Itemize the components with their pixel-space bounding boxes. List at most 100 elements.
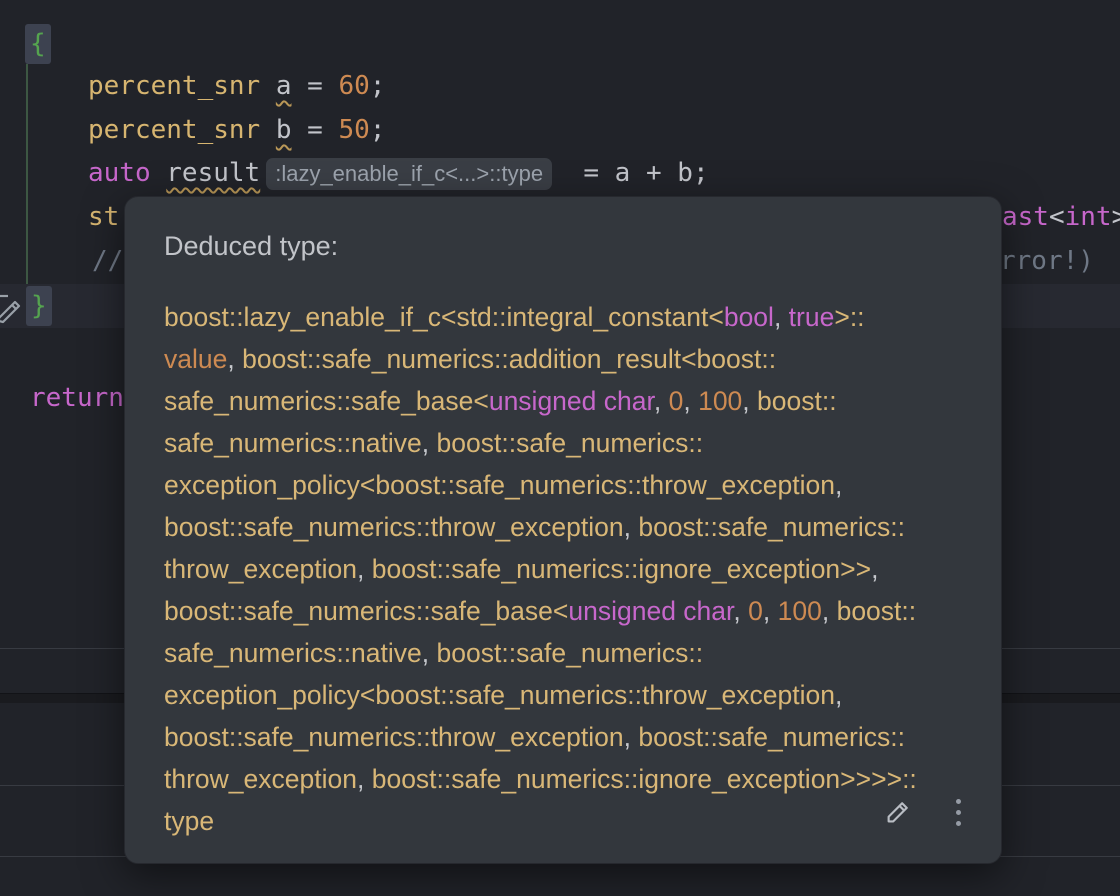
code-token: ; <box>370 109 386 152</box>
type-token: boost::safe_numerics::ignore_exception>>… <box>372 764 917 794</box>
type-token: , <box>683 386 698 416</box>
code-token: rror!) <box>1000 240 1094 283</box>
code-token: } <box>26 286 52 326</box>
type-token: 0 <box>748 596 763 626</box>
code-token: // <box>92 240 123 283</box>
type-token: throw_exception <box>164 764 357 794</box>
popup-type-line: boost::safe_numerics::safe_base<unsigned… <box>164 590 975 632</box>
type-token: boost:: <box>757 386 837 416</box>
open-brace-line: { <box>25 22 51 65</box>
deduced-type-popup: Deduced type: boost::lazy_enable_if_c<st… <box>124 196 1002 864</box>
code-token: b <box>276 109 292 152</box>
code-token: = <box>292 109 339 152</box>
popup-type-text: boost::lazy_enable_if_c<std::integral_co… <box>164 296 975 842</box>
popup-type-line: boost::lazy_enable_if_c<std::integral_co… <box>164 296 975 338</box>
code-token <box>260 65 276 108</box>
code-token <box>260 109 276 152</box>
type-token: boost::safe_numerics::throw_exception <box>164 512 624 542</box>
code-token: < <box>1049 196 1065 239</box>
indent-guide-line <box>26 64 28 284</box>
type-token: boost::lazy_enable_if_c<std::integral_co… <box>164 302 724 332</box>
type-token: , <box>422 638 437 668</box>
code-token: int <box>1065 196 1112 239</box>
close-brace-line: } <box>26 284 52 327</box>
code-token: ast <box>1002 196 1049 239</box>
type-token: , <box>822 596 837 626</box>
code-token: st <box>88 196 119 239</box>
pencil-edit-icon[interactable] <box>0 292 26 326</box>
type-token: , <box>422 428 437 458</box>
type-token: , <box>733 596 748 626</box>
type-token: boost::safe_numerics:: <box>638 722 905 752</box>
type-token: , <box>624 722 639 752</box>
type-token: bool <box>724 302 774 332</box>
type-token: boost::safe_numerics::addition_result<bo… <box>242 344 776 374</box>
code-line-comment-end: rror!) <box>1000 240 1094 283</box>
type-token: boost::safe_numerics::ignore_exception>> <box>372 554 871 584</box>
code-token: return <box>30 377 124 420</box>
ide-screen: { "colors": { "editor_background": "#212… <box>0 0 1120 896</box>
popup-type-line: throw_exception, boost::safe_numerics::i… <box>164 758 975 800</box>
popup-type-line: value, boost::safe_numerics::addition_re… <box>164 338 975 380</box>
popup-type-line: throw_exception, boost::safe_numerics::i… <box>164 548 975 590</box>
code-token: = <box>292 65 339 108</box>
code-line-a: percent_snr a = 60; <box>88 65 385 108</box>
type-token: , <box>763 596 778 626</box>
popup-footer <box>881 795 975 829</box>
kebab-menu-icon[interactable] <box>941 795 975 829</box>
type-token: boost::safe_numerics:: <box>638 512 905 542</box>
type-token: safe_numerics::native <box>164 638 422 668</box>
type-token: safe_numerics::safe_base< <box>164 386 489 416</box>
type-token: type <box>164 806 214 836</box>
type-token: value <box>164 344 227 374</box>
type-token: 0 <box>669 386 684 416</box>
type-token: safe_numerics::native <box>164 428 422 458</box>
type-token: boost::safe_numerics::safe_base< <box>164 596 568 626</box>
type-token: , <box>357 554 372 584</box>
code-line-comment: // <box>92 240 123 283</box>
type-token: exception_policy<boost::safe_numerics::t… <box>164 470 835 500</box>
type-token: boost:: <box>837 596 917 626</box>
popup-type-line: exception_policy<boost::safe_numerics::t… <box>164 674 975 716</box>
type-token: >:: <box>834 302 864 332</box>
type-token: 100 <box>698 386 742 416</box>
type-token: , <box>654 386 669 416</box>
type-token: boost::safe_numerics:: <box>437 638 704 668</box>
code-line-cast: ast<int> <box>1002 196 1120 239</box>
type-token: , <box>624 512 639 542</box>
inlay-hint-chip[interactable]: :lazy_enable_if_c<...>::type <box>266 158 552 190</box>
type-token: , <box>742 386 757 416</box>
code-token: 60 <box>338 65 369 108</box>
popup-type-line: safe_numerics::native, boost::safe_numer… <box>164 632 975 674</box>
type-token: , <box>835 680 842 710</box>
type-token: , <box>227 344 242 374</box>
code-line-auto-result: auto result:lazy_enable_if_c<...>::type … <box>88 152 709 195</box>
popup-title: Deduced type: <box>164 231 338 261</box>
type-token: unsigned char <box>489 386 654 416</box>
code-token: percent_snr <box>88 109 260 152</box>
type-token: true <box>789 302 835 332</box>
code-token: a <box>276 65 292 108</box>
code-token: = a + b; <box>552 152 709 195</box>
code-line-return: return <box>30 377 124 420</box>
popup-type-line: type <box>164 800 975 842</box>
type-token: , <box>774 302 789 332</box>
type-token: , <box>835 470 842 500</box>
code-line-st: st <box>88 196 119 239</box>
popup-type-line: boost::safe_numerics::throw_exception, b… <box>164 506 975 548</box>
type-token: , <box>357 764 372 794</box>
type-token: throw_exception <box>164 554 357 584</box>
code-token: > <box>1112 196 1120 239</box>
type-token: , <box>871 554 878 584</box>
code-token: percent_snr <box>88 65 260 108</box>
type-token: 100 <box>778 596 822 626</box>
type-token: boost::safe_numerics::throw_exception <box>164 722 624 752</box>
pencil-icon[interactable] <box>881 795 915 829</box>
code-token: result <box>166 152 260 195</box>
popup-type-line: safe_numerics::safe_base<unsigned char, … <box>164 380 975 422</box>
code-token <box>151 152 167 195</box>
code-token: 50 <box>338 109 369 152</box>
type-token: unsigned char <box>568 596 733 626</box>
type-token: boost::safe_numerics:: <box>437 428 704 458</box>
popup-type-line: boost::safe_numerics::throw_exception, b… <box>164 716 975 758</box>
